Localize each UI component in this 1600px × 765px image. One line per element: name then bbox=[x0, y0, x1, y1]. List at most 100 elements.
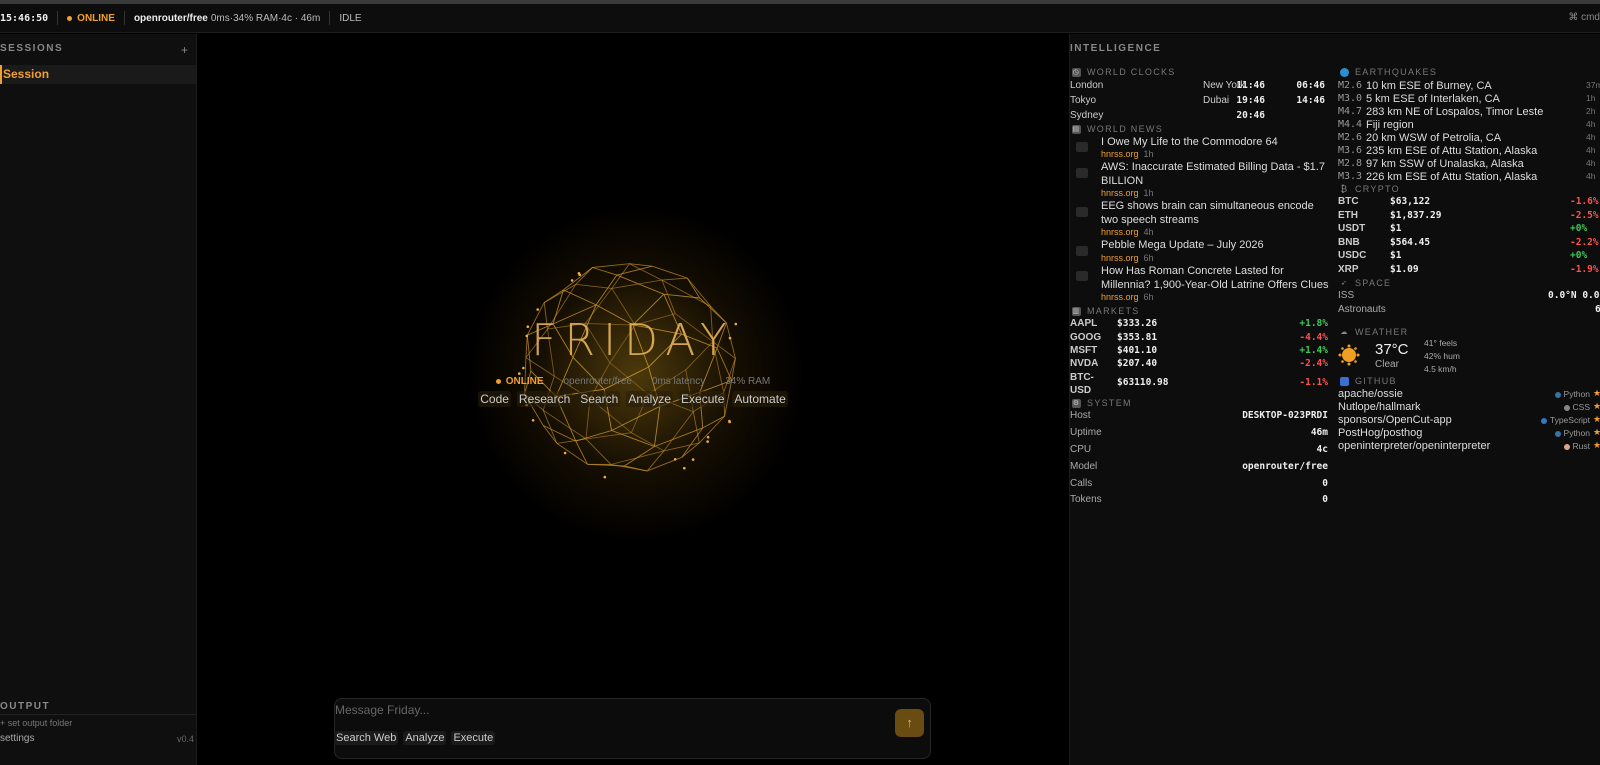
quick-search-web-button[interactable]: Search Web bbox=[334, 731, 399, 745]
github-icon bbox=[1340, 376, 1349, 386]
orb-edge bbox=[610, 450, 665, 465]
market-change: +1.8% bbox=[1299, 318, 1328, 329]
news-title[interactable]: Pebble Mega Update – July 2026 bbox=[1101, 238, 1333, 252]
github-language: CSS bbox=[1470, 402, 1590, 412]
news-title[interactable]: I Owe My Life to the Commodore 64 bbox=[1101, 135, 1333, 149]
cloud-icon: ☁ bbox=[1340, 328, 1349, 336]
star-icon: ★ bbox=[1593, 401, 1600, 412]
orb-edge bbox=[592, 267, 617, 276]
orb-edge bbox=[661, 279, 676, 314]
quake-magnitude: M2.8 bbox=[1338, 158, 1363, 169]
send-button[interactable]: ↑ bbox=[895, 709, 924, 737]
system-value: 0 bbox=[1322, 494, 1328, 505]
new-session-button[interactable]: + bbox=[181, 43, 188, 57]
orb-edge bbox=[556, 438, 587, 444]
world-clocks-title: WORLD CLOCKS bbox=[1087, 67, 1176, 77]
clock-city: Dubai bbox=[1203, 95, 1230, 106]
output-title: OUTPUT bbox=[0, 701, 51, 712]
chip-code[interactable]: Code bbox=[478, 391, 511, 407]
session-item[interactable]: Session bbox=[0, 65, 196, 84]
orb-edge bbox=[611, 405, 661, 431]
quake-age: 4h bbox=[1586, 119, 1596, 129]
weather-temp: 37°C bbox=[1375, 341, 1409, 358]
system-metrics: 0ms·34% RAM·4c · 46m bbox=[210, 12, 321, 24]
clock-icon: ◷ bbox=[1072, 67, 1081, 77]
system-key: Model bbox=[1070, 461, 1098, 472]
quick-execute-button[interactable]: Execute bbox=[451, 731, 496, 745]
astronauts-label: Astronauts bbox=[1338, 304, 1386, 315]
wireframe-orb-icon bbox=[518, 263, 738, 479]
chip-automate[interactable]: Automate bbox=[732, 391, 788, 407]
orb-edge bbox=[611, 430, 655, 447]
message-input[interactable]: Message Friday... bbox=[335, 703, 429, 717]
quick-analyze-button[interactable]: Analyze bbox=[403, 731, 447, 745]
crypto-price: $63,122 bbox=[1390, 196, 1431, 207]
news-title[interactable]: EEG shows brain can simultaneous encode … bbox=[1101, 199, 1333, 227]
settings-button[interactable]: settings bbox=[0, 733, 34, 744]
market-symbol: BTC-USD bbox=[1070, 372, 1094, 396]
github-repo[interactable]: openinterpreter/openinterpreter bbox=[1338, 440, 1490, 452]
orb-particle bbox=[691, 458, 695, 461]
message-composer[interactable]: Message Friday... ↑ bbox=[334, 698, 931, 759]
chip-execute[interactable]: Execute bbox=[679, 391, 727, 407]
iss-label: ISS bbox=[1338, 290, 1355, 301]
clock-city: Tokyo bbox=[1070, 95, 1097, 106]
news-title[interactable]: AWS: Inaccurate Estimated Billing Data -… bbox=[1101, 160, 1333, 188]
github-repo[interactable]: PostHog/posthog bbox=[1338, 427, 1422, 439]
market-price: $401.10 bbox=[1117, 345, 1158, 356]
crypto-change: -1.6% bbox=[1570, 196, 1599, 207]
github-repo[interactable]: Nutlope/hallmark bbox=[1338, 401, 1421, 413]
quake-place[interactable]: Fiji region bbox=[1366, 119, 1414, 131]
news-title[interactable]: How Has Roman Concrete Lasted for Millen… bbox=[1101, 264, 1333, 292]
set-output-folder-button[interactable]: + set output folder bbox=[0, 718, 72, 728]
quake-place[interactable]: 97 km SSW of Unalaska, Alaska bbox=[1366, 158, 1524, 170]
quake-place[interactable]: 235 km ESE of Attu Station, Alaska bbox=[1366, 145, 1537, 157]
quake-place[interactable]: 10 km ESE of Burney, CA bbox=[1366, 80, 1492, 92]
weather-humidity: 42% hum bbox=[1424, 351, 1460, 361]
language-dot-icon bbox=[1554, 391, 1561, 398]
orb-edge bbox=[585, 438, 612, 465]
orb-edge bbox=[698, 415, 725, 444]
quake-place[interactable]: 283 km NE of Lospalos, Timor Leste bbox=[1366, 106, 1543, 118]
earthquakes-header: EARTHQUAKES bbox=[1340, 67, 1437, 77]
status-bar: 15:46:50 ONLINE openrouter/free 0ms·34% … bbox=[0, 4, 1600, 33]
markets-title: MARKETS bbox=[1087, 306, 1140, 316]
orb-edge bbox=[692, 411, 700, 443]
news-meta: hnrss.org 6h bbox=[1101, 292, 1154, 302]
crypto-symbol: USDC bbox=[1338, 250, 1367, 261]
orb-edge bbox=[563, 289, 597, 306]
market-symbol: AAPL bbox=[1070, 318, 1098, 329]
assistant-latency: 0ms latency bbox=[651, 376, 706, 387]
language-name: TypeScript bbox=[1549, 415, 1590, 425]
orb-edge bbox=[563, 267, 593, 291]
github-language: TypeScript bbox=[1470, 415, 1590, 425]
quake-magnitude: M2.6 bbox=[1338, 80, 1363, 91]
quake-place[interactable]: 5 km ESE of Interlaken, CA bbox=[1366, 93, 1500, 105]
globe-icon bbox=[1340, 67, 1349, 77]
orb-particle bbox=[603, 475, 607, 479]
orb-particle bbox=[536, 308, 539, 311]
quake-age: 4h bbox=[1586, 158, 1596, 168]
news-meta: hnrss.org 1h bbox=[1101, 188, 1154, 198]
chip-analyze[interactable]: Analyze bbox=[626, 391, 674, 407]
quake-place[interactable]: 20 km WSW of Petrolia, CA bbox=[1366, 132, 1501, 144]
crypto-symbol: USDT bbox=[1338, 223, 1366, 234]
news-source: hnrss.org bbox=[1101, 227, 1139, 237]
quake-place[interactable]: 226 km ESE of Attu Station, Alaska bbox=[1366, 171, 1537, 183]
star-icon: ★ bbox=[1593, 440, 1600, 451]
chip-research[interactable]: Research bbox=[516, 391, 573, 407]
orb-particle bbox=[706, 435, 710, 439]
chip-search[interactable]: Search bbox=[578, 391, 621, 407]
system-key: Tokens bbox=[1070, 494, 1102, 505]
markets-header: ▥ MARKETS bbox=[1072, 306, 1140, 316]
crypto-title: CRYPTO bbox=[1355, 184, 1400, 194]
sun-icon bbox=[1338, 344, 1360, 366]
crypto-price: $1 bbox=[1390, 250, 1402, 261]
orb-edge bbox=[624, 446, 655, 467]
news-icon: ▤ bbox=[1072, 124, 1081, 134]
command-palette-button[interactable]: ⌘ cmd bbox=[1568, 12, 1600, 23]
github-repo[interactable]: sponsors/OpenCut-app bbox=[1338, 414, 1452, 426]
star-icon: ★ bbox=[1593, 414, 1600, 425]
github-repo[interactable]: apache/ossie bbox=[1338, 388, 1403, 400]
orb-edge bbox=[610, 464, 648, 472]
